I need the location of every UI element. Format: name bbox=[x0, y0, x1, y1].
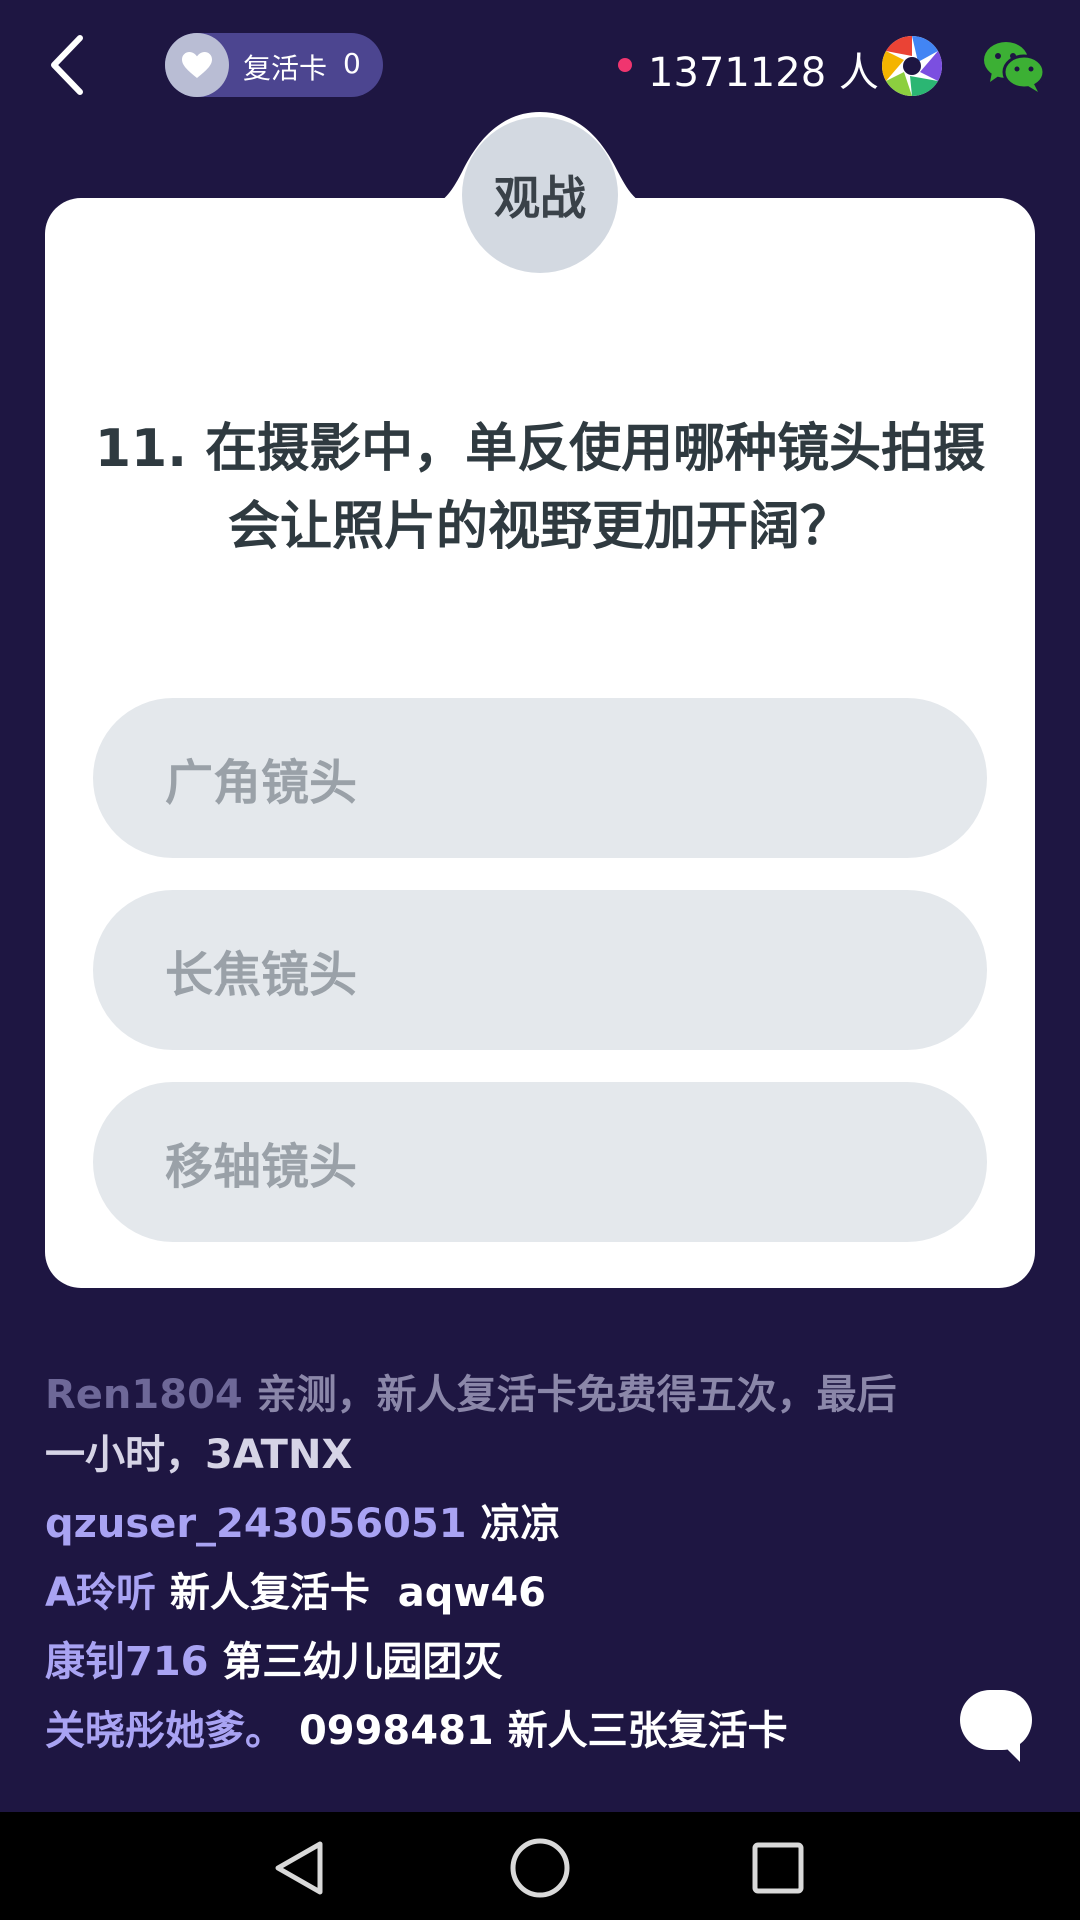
nav-home-icon[interactable] bbox=[508, 1836, 572, 1900]
chat-text: 亲测，新人复活卡免费得五次，最后 bbox=[256, 1372, 897, 1418]
chat-message: Ren1804 亲测，新人复活卡免费得五次，最后 一小时，3ATNX bbox=[45, 1365, 925, 1485]
chat-message: qzuser_243056051 凉凉 bbox=[45, 1494, 925, 1554]
spectate-badge: 观战 bbox=[462, 117, 618, 273]
speech-bubble-icon[interactable] bbox=[958, 1688, 1034, 1764]
chat-username: Ren1804 bbox=[45, 1372, 243, 1418]
chat-message: 关晓彤她爹。 0998481 新人三张复活卡 bbox=[45, 1701, 925, 1761]
answer-option-label: 移轴镜头 bbox=[165, 1139, 358, 1195]
nav-back-icon[interactable] bbox=[270, 1838, 330, 1898]
answer-option-1[interactable]: 广角镜头 bbox=[93, 698, 987, 858]
question-card: 11. 在摄影中，单反使用哪种镜头拍摄会让照片的视野更加开阔？ 广角镜头 长焦镜… bbox=[45, 198, 1035, 1288]
chat-text: 0998481 新人三张复活卡 bbox=[298, 1708, 788, 1754]
viewer-count: 1371128 人 bbox=[648, 50, 879, 96]
wechat-icon[interactable] bbox=[982, 38, 1046, 94]
back-button[interactable] bbox=[40, 30, 100, 100]
live-indicator-dot bbox=[618, 58, 632, 72]
chat-text-continued: 一小时，3ATNX bbox=[45, 1432, 353, 1478]
answer-option-label: 长焦镜头 bbox=[165, 947, 358, 1003]
chat-username: 康钊716 bbox=[45, 1639, 209, 1685]
answer-option-3[interactable]: 移轴镜头 bbox=[93, 1082, 987, 1242]
chat-username: qzuser_243056051 bbox=[45, 1501, 467, 1547]
chat-feed[interactable]: Ren1804 亲测，新人复活卡免费得五次，最后 一小时，3ATNX qzuse… bbox=[45, 1365, 925, 1780]
chat-message: 康钊716 第三幼儿园团灭 bbox=[45, 1632, 925, 1692]
answer-option-2[interactable]: 长焦镜头 bbox=[93, 890, 987, 1050]
revive-card-pill[interactable]: 复活卡 0 bbox=[165, 33, 383, 97]
chat-text: 第三幼儿园团灭 bbox=[222, 1639, 503, 1685]
revive-card-count: 0 bbox=[343, 47, 361, 80]
question-text: 11. 在摄影中，单反使用哪种镜头拍摄会让照片的视野更加开阔？ bbox=[94, 419, 986, 557]
chat-username: 关晓彤她爹。 bbox=[45, 1708, 285, 1754]
heart-icon bbox=[165, 33, 229, 97]
aperture-share-icon[interactable] bbox=[880, 34, 944, 98]
chevron-left-icon bbox=[51, 35, 83, 95]
chat-text: 凉凉 bbox=[480, 1501, 561, 1547]
nav-recents-icon[interactable] bbox=[752, 1842, 804, 1894]
revive-card-label: 复活卡 bbox=[243, 52, 328, 85]
chat-message: A玲听 新人复活卡 aqw46 bbox=[45, 1563, 925, 1623]
chat-username: A玲听 bbox=[45, 1570, 156, 1616]
system-navigation-bar bbox=[0, 1812, 1080, 1920]
chat-text: 新人复活卡 aqw46 bbox=[169, 1570, 546, 1616]
answer-option-label: 广角镜头 bbox=[165, 755, 358, 811]
